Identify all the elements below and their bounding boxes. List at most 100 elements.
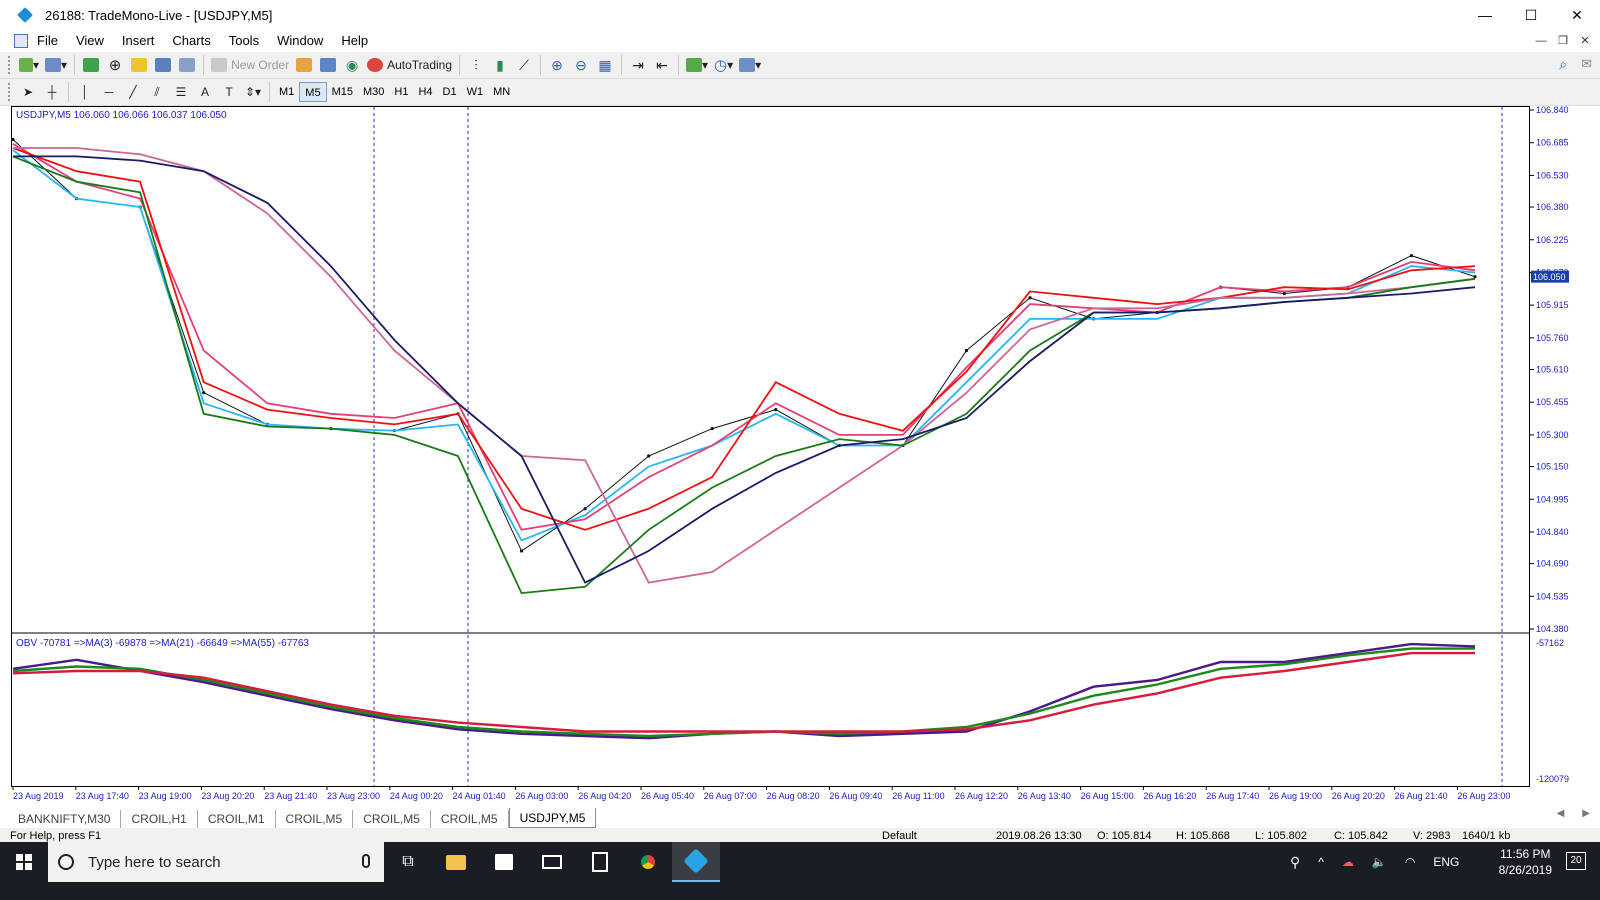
time-tick-label-19: 26 Aug 17:40 <box>1206 791 1259 801</box>
price-tick-label-14: 104.690 <box>1536 559 1569 569</box>
time-tick-label-9: 26 Aug 04:20 <box>578 791 631 801</box>
time-tick-label-0: 23 Aug 2019 <box>13 791 64 801</box>
price-point-0-23 <box>1473 275 1477 279</box>
mail-button[interactable] <box>528 842 576 882</box>
time-tick-label-10: 26 Aug 05:40 <box>641 791 694 801</box>
mail-icon <box>542 855 562 869</box>
notification-center-icon[interactable]: 20 <box>1566 852 1586 870</box>
time-tick-label-16: 26 Aug 13:40 <box>1018 791 1071 801</box>
clock-time: 11:56 PM <box>1500 847 1551 861</box>
price-point-0-0 <box>11 137 15 142</box>
taskbar: Type here to search ⧉ ⚲ ^ ☁ 🔈 ◠ ENG 11:5… <box>0 842 1600 900</box>
time-tick-label-5: 23 Aug 23:00 <box>327 791 380 801</box>
price-point-0-8 <box>519 549 524 553</box>
time-tick-label-2: 23 Aug 19:00 <box>139 791 192 801</box>
price-chart[interactable]: 106.840 106.685 106.530 106.380 106.225 106.0… <box>0 0 1600 808</box>
status-high: H: 105.868 <box>1176 830 1230 842</box>
network-error-icon[interactable]: ☁ <box>1342 855 1354 869</box>
time-tick-label-7: 24 Aug 01:40 <box>453 791 506 801</box>
status-bar: For Help, press F1 Default 2019.08.26 13… <box>0 828 1600 842</box>
chrome-button[interactable] <box>624 842 672 882</box>
terminal-window: 26188: TradeMono-Live - [USDJPY,M5] — ☐ … <box>0 0 1600 900</box>
price-tick-label-4: 106.225 <box>1536 235 1569 245</box>
price-tick-label-6: 105.915 <box>1536 300 1569 310</box>
tray-chevron-icon[interactable]: ^ <box>1318 855 1324 869</box>
tab-croil-m5-a[interactable]: CROIL,M5 <box>276 810 354 828</box>
volume-icon[interactable]: 🔈 <box>1372 855 1387 869</box>
calculator-button[interactable] <box>576 842 624 882</box>
price-tick-label-3: 106.380 <box>1536 202 1569 212</box>
microphone-icon[interactable] <box>362 854 370 868</box>
price-point-0-15 <box>964 348 969 353</box>
indicator-series-2 <box>12 651 1475 733</box>
price-series-1 <box>12 149 1476 542</box>
time-tick-label-22: 26 Aug 21:40 <box>1395 791 1448 801</box>
price-point-0-11 <box>710 426 714 431</box>
windows-logo-icon <box>16 854 32 870</box>
task-view-button[interactable]: ⧉ <box>384 842 432 882</box>
price-tick-label-16: 104.380 <box>1536 624 1569 634</box>
taskbar-clock[interactable]: 11:56 PM 8/26/2019 <box>1499 846 1552 878</box>
tab-scroll-left-icon[interactable]: ◀ <box>1557 808 1565 819</box>
indicator-tick-bottom: -120079 <box>1536 774 1569 784</box>
time-tick-label-14: 26 Aug 11:00 <box>892 791 944 801</box>
tab-croil-m1[interactable]: CROIL,M1 <box>198 810 276 828</box>
time-tick-label-11: 26 Aug 07:00 <box>704 791 757 801</box>
price-tick-label-1: 106.685 <box>1536 138 1569 148</box>
time-tick-label-4: 23 Aug 21:40 <box>264 791 317 801</box>
price-point-0-22 <box>1409 253 1414 258</box>
status-volume: V: 2983 <box>1413 830 1451 842</box>
store-button[interactable] <box>480 842 528 882</box>
chrome-icon <box>637 851 659 873</box>
people-icon[interactable]: ⚲ <box>1290 854 1300 871</box>
indicator-header: OBV -70781 =>MA(3) -69878 =>MA(21) -6664… <box>16 638 309 649</box>
tab-scroll-right-icon[interactable]: ▶ <box>1582 808 1590 819</box>
price-tick-label-15: 104.535 <box>1536 591 1569 601</box>
tab-croil-m5-b[interactable]: CROIL,M5 <box>353 810 431 828</box>
status-profile[interactable]: Default <box>882 830 917 842</box>
file-explorer-button[interactable] <box>432 842 480 882</box>
price-tick-label-9: 105.455 <box>1536 397 1569 407</box>
time-tick-label-3: 23 Aug 20:20 <box>201 791 254 801</box>
time-tick-label-6: 24 Aug 00:20 <box>390 791 443 801</box>
tab-usdjpy-m5[interactable]: USDJPY,M5 <box>508 808 597 828</box>
start-button[interactable] <box>0 842 48 882</box>
store-icon <box>495 854 513 870</box>
time-tick-label-23: 26 Aug 23:00 <box>1457 791 1510 801</box>
time-tick-label-17: 26 Aug 15:00 <box>1081 791 1134 801</box>
taskbar-search[interactable]: Type here to search <box>48 842 384 882</box>
time-tick-label-15: 26 Aug 12:20 <box>955 791 1008 801</box>
language-indicator[interactable]: ENG <box>1433 855 1459 869</box>
wifi-icon[interactable]: ◠ <box>1405 855 1415 869</box>
price-point-0-9 <box>583 507 587 511</box>
price-point-0-3 <box>202 391 206 395</box>
tab-banknifty-m30[interactable]: BANKNIFTY,M30 <box>8 810 122 828</box>
status-low: L: 105.802 <box>1255 830 1307 842</box>
tab-croil-h1[interactable]: CROIL,H1 <box>121 810 198 828</box>
price-tick-label-7: 105.760 <box>1536 333 1569 343</box>
terminal-app-icon <box>683 848 709 874</box>
tab-croil-m5-c[interactable]: CROIL,M5 <box>431 810 509 828</box>
clock-date: 8/26/2019 <box>1498 863 1552 877</box>
price-series-0 <box>12 139 1476 552</box>
chart-tabs: BANKNIFTY,M30 CROIL,H1 CROIL,M1 CROIL,M5… <box>8 808 597 828</box>
indicator-series-0 <box>12 642 1476 740</box>
cortana-icon <box>58 854 74 870</box>
search-placeholder: Type here to search <box>88 853 221 871</box>
task-view-icon: ⧉ <box>402 853 414 870</box>
trading-terminal-button[interactable] <box>672 842 720 882</box>
status-open: O: 105.814 <box>1097 830 1152 842</box>
price-tick-label-8: 105.610 <box>1536 365 1569 375</box>
price-series-6 <box>13 155 1476 584</box>
price-tick-label-0: 106.840 <box>1536 105 1569 115</box>
price-point-0-16 <box>1028 296 1032 300</box>
status-datetime: 2019.08.26 13:30 <box>996 830 1082 842</box>
price-tick-label-11: 105.150 <box>1536 462 1569 472</box>
indicator-tick-top: -57162 <box>1536 638 1564 648</box>
price-tick-label-10: 105.300 <box>1536 430 1569 440</box>
price-tick-label-13: 104.840 <box>1536 527 1569 537</box>
time-tick-label-18: 26 Aug 16:20 <box>1143 791 1196 801</box>
time-tick-label-8: 26 Aug 03:00 <box>515 791 568 801</box>
price-point-0-10 <box>647 454 651 458</box>
chart-header: USDJPY,M5 106.060 106.066 106.037 106.05… <box>16 110 227 121</box>
